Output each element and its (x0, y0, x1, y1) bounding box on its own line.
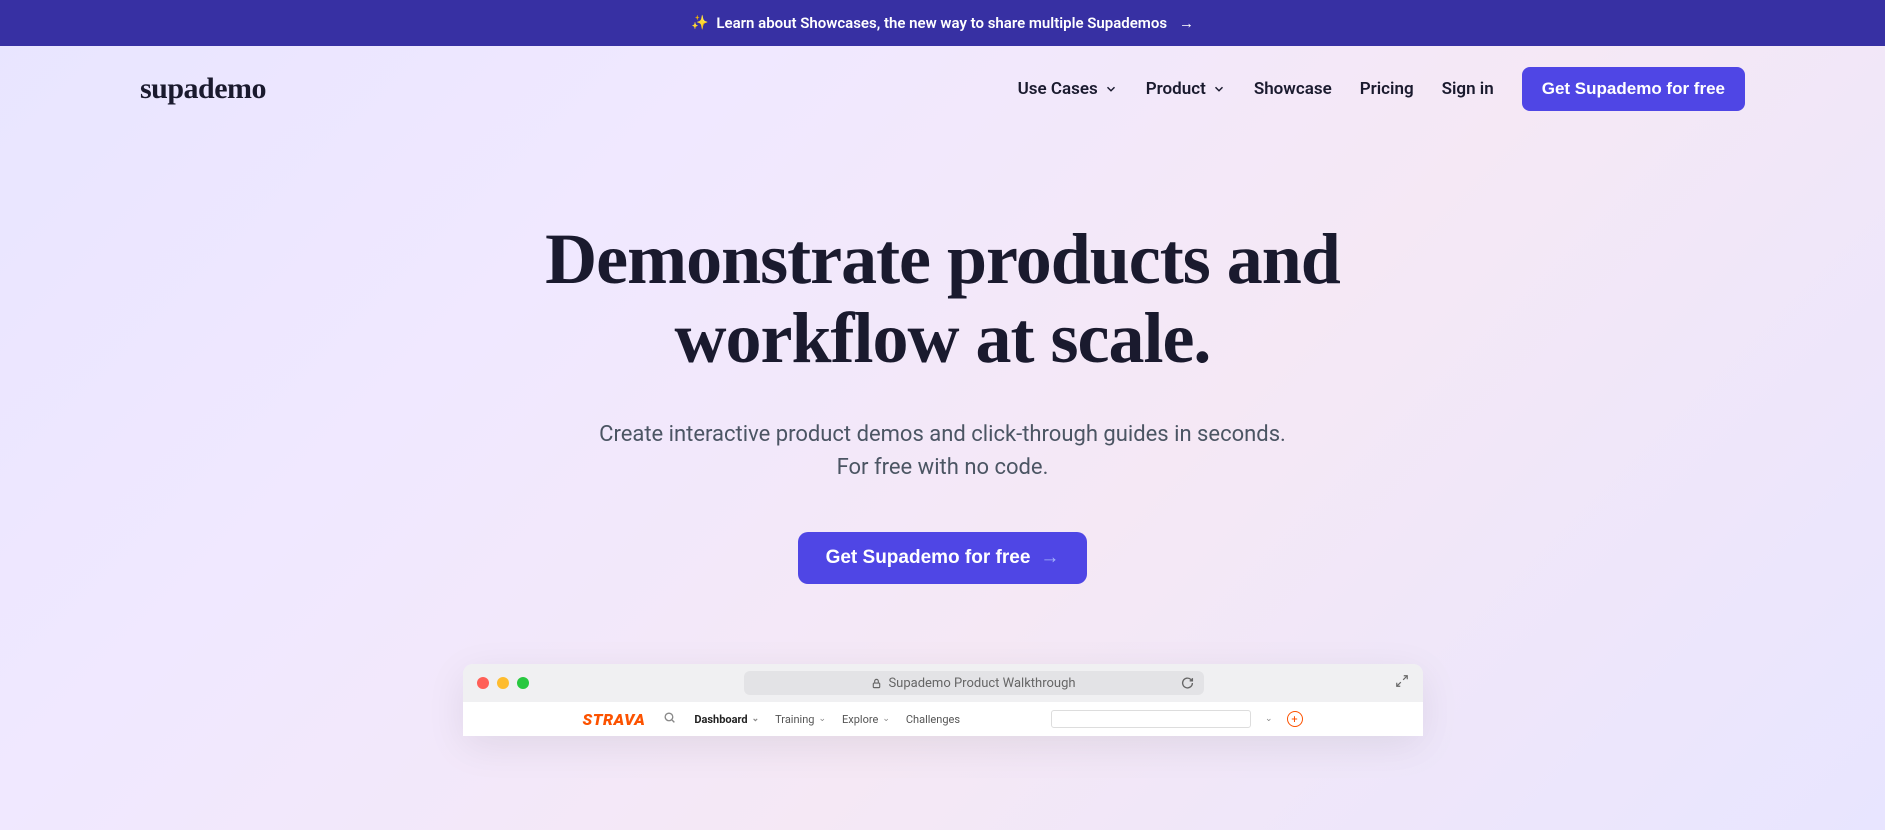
nav-pricing-label: Pricing (1360, 79, 1414, 99)
sparkle-icon: ✨ (691, 15, 708, 31)
app-nav-right: ⌄ + (1051, 710, 1303, 728)
app-nav: Dashboard ⌄ Training ⌄ Explore ⌄ Challen… (694, 713, 960, 726)
demo-mockup-container: Supademo Product Walkthrough STRAVA Dash… (0, 664, 1885, 736)
nav-showcase[interactable]: Showcase (1254, 79, 1332, 99)
hero-subtitle: Create interactive product demos and cli… (20, 418, 1865, 484)
app-nav-training[interactable]: Training ⌄ (775, 713, 826, 726)
arrow-right-icon: → (1040, 547, 1059, 569)
nav-pricing[interactable]: Pricing (1360, 79, 1414, 99)
maximize-window-icon[interactable] (517, 677, 529, 689)
hero-cta-label: Get Supademo for free (826, 547, 1031, 569)
address-text: Supademo Product Walkthrough (888, 676, 1075, 691)
chevron-down-icon: ⌄ (818, 714, 826, 724)
arrow-right-icon: → (1179, 14, 1194, 32)
announcement-banner[interactable]: ✨ Learn about Showcases, the new way to … (0, 0, 1885, 46)
nav-cta-label: Get Supademo for free (1542, 79, 1725, 98)
app-nav-dashboard-label: Dashboard (694, 713, 747, 726)
app-search-input[interactable] (1051, 710, 1251, 728)
nav-use-cases[interactable]: Use Cases (1018, 79, 1118, 99)
minimize-window-icon[interactable] (497, 677, 509, 689)
browser-chrome: Supademo Product Walkthrough (463, 664, 1423, 702)
browser-mockup: Supademo Product Walkthrough STRAVA Dash… (463, 664, 1423, 736)
hero-title: Demonstrate products and workflow at sca… (20, 220, 1865, 378)
nav-sign-in-label: Sign in (1442, 79, 1494, 99)
app-nav-explore-label: Explore (842, 713, 878, 726)
nav-cta-button[interactable]: Get Supademo for free (1522, 67, 1745, 111)
chevron-down-icon (1104, 82, 1118, 96)
chevron-down-icon: ⌄ (752, 714, 760, 724)
nav-product-label: Product (1146, 79, 1206, 99)
close-window-icon[interactable] (477, 677, 489, 689)
nav-sign-in[interactable]: Sign in (1442, 79, 1494, 99)
hero-sub-line1: Create interactive product demos and cli… (599, 422, 1286, 447)
app-logo[interactable]: STRAVA (583, 710, 646, 729)
chevron-down-icon[interactable]: ⌄ (1265, 714, 1273, 724)
hero-section: Demonstrate products and workflow at sca… (0, 132, 1885, 584)
brand-logo[interactable]: supademo (140, 72, 266, 106)
hero-cta-button[interactable]: Get Supademo for free → (798, 532, 1088, 584)
lock-icon (871, 678, 882, 689)
app-nav-training-label: Training (775, 713, 814, 726)
hero-sub-line2: For free with no code. (837, 455, 1049, 480)
mockup-app-header: STRAVA Dashboard ⌄ Training ⌄ Explore ⌄ (463, 702, 1423, 736)
primary-nav: Use Cases Product Showcase Pricing Sign … (1018, 67, 1745, 111)
nav-use-cases-label: Use Cases (1018, 79, 1098, 99)
hero-title-line2: workflow at scale. (675, 298, 1211, 378)
nav-showcase-label: Showcase (1254, 79, 1332, 99)
app-nav-challenges-label: Challenges (906, 713, 960, 726)
refresh-icon[interactable] (1181, 677, 1194, 690)
expand-icon[interactable] (1395, 674, 1409, 692)
search-icon[interactable] (663, 711, 676, 728)
add-icon[interactable]: + (1287, 711, 1303, 727)
nav-product[interactable]: Product (1146, 79, 1226, 99)
chevron-down-icon: ⌄ (882, 714, 890, 724)
app-nav-dashboard[interactable]: Dashboard ⌄ (694, 713, 759, 726)
address-bar[interactable]: Supademo Product Walkthrough (744, 671, 1204, 695)
announcement-text: Learn about Showcases, the new way to sh… (716, 14, 1167, 32)
app-nav-explore[interactable]: Explore ⌄ (842, 713, 890, 726)
chevron-down-icon (1212, 82, 1226, 96)
app-nav-challenges[interactable]: Challenges (906, 713, 960, 726)
traffic-lights (477, 677, 529, 689)
hero-title-line1: Demonstrate products and (545, 219, 1340, 299)
site-header: supademo Use Cases Product Showcase Pric… (0, 46, 1885, 132)
